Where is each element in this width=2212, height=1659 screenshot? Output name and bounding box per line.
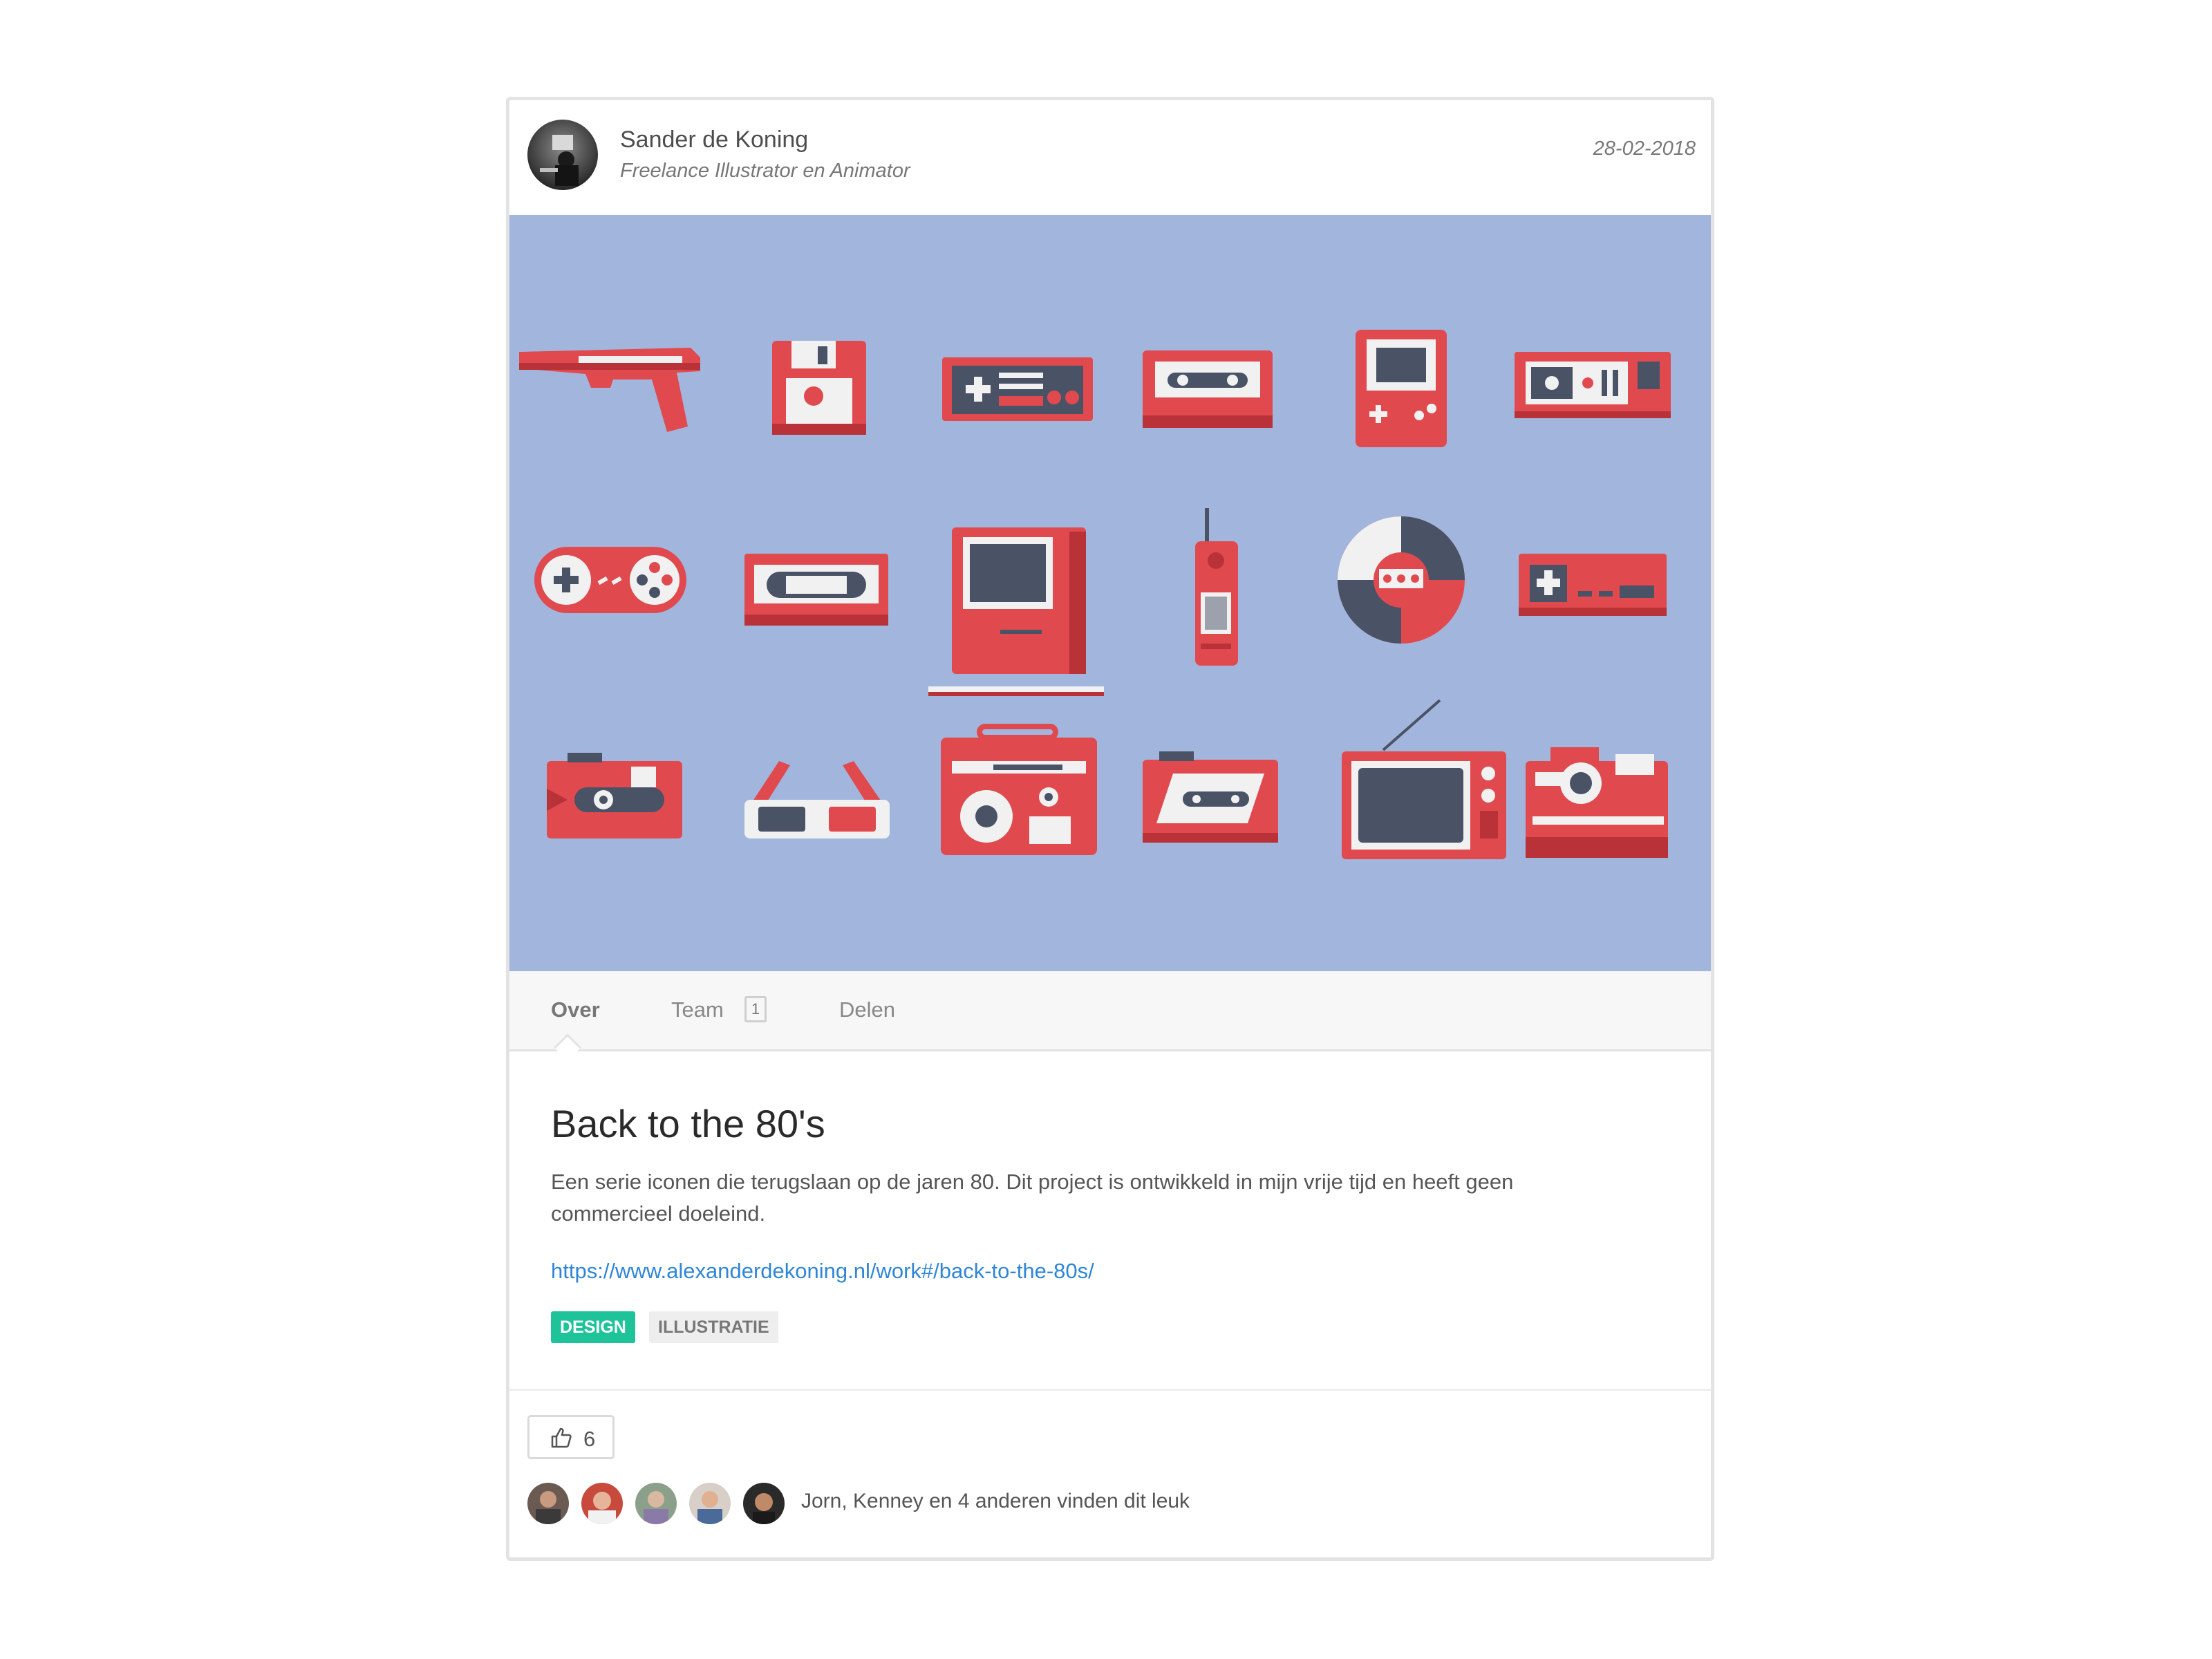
compact-camera-icon [547,753,682,838]
tag-design[interactable]: DESIGN [551,1311,635,1343]
thumbs-up-icon [550,1427,572,1449]
likers-summary[interactable]: Jorn, Kenney en 4 anderen vinden dit leu… [801,1490,1190,1513]
nes-controller-icon [942,357,1093,421]
liker-avatar[interactable] [581,1483,623,1524]
polaroid-camera-icon [1526,747,1668,858]
tab-over[interactable]: Over [551,997,600,1022]
divider [509,1389,1711,1391]
post-image[interactable] [509,215,1711,971]
boombox-icon [941,724,1097,855]
team-count-badge: 1 [744,996,767,1022]
atari-console-icon [1515,352,1671,418]
post-header: Sander de Koning Freelance Illustrator e… [509,100,1711,215]
project-title: Back to the 80's [551,1102,825,1145]
author-name[interactable]: Sander de Koning [620,126,808,153]
liker-avatar[interactable] [689,1483,731,1524]
nes-console-icon [1519,554,1667,616]
cassette-tape-icon [1143,350,1273,428]
tab-delen[interactable]: Delen [839,997,895,1022]
liker-avatar[interactable] [743,1483,785,1524]
floppy-disk-icon [772,341,866,435]
vhs-tape-icon [744,554,888,626]
project-description: Een serie iconen die terugslaan op de ja… [551,1170,1514,1226]
macintosh-icon [928,527,1104,696]
tag-illustratie[interactable]: ILLUSTRATIE [649,1311,778,1343]
liker-avatar[interactable] [527,1483,569,1524]
tab-bar: Over Team 1 Delen [509,971,1711,1051]
post-date: 28-02-2018 [1593,138,1696,160]
like-button[interactable]: 6 [527,1415,615,1459]
tab-team[interactable]: Team [671,997,724,1022]
snes-controller-icon [534,547,686,613]
like-count: 6 [583,1427,596,1451]
author-avatar[interactable] [527,120,598,190]
post-card: Sander de Koning Freelance Illustrator e… [506,97,1714,1561]
author-role: Freelance Illustrator en Animator [620,160,910,182]
walkman-icon [1143,751,1278,843]
liker-avatar[interactable] [635,1483,677,1524]
project-link[interactable]: https://www.alexanderdekoning.nl/work#/b… [551,1259,1094,1284]
trivial-pursuit-icon [1338,516,1465,644]
gameboy-icon [1356,330,1447,447]
